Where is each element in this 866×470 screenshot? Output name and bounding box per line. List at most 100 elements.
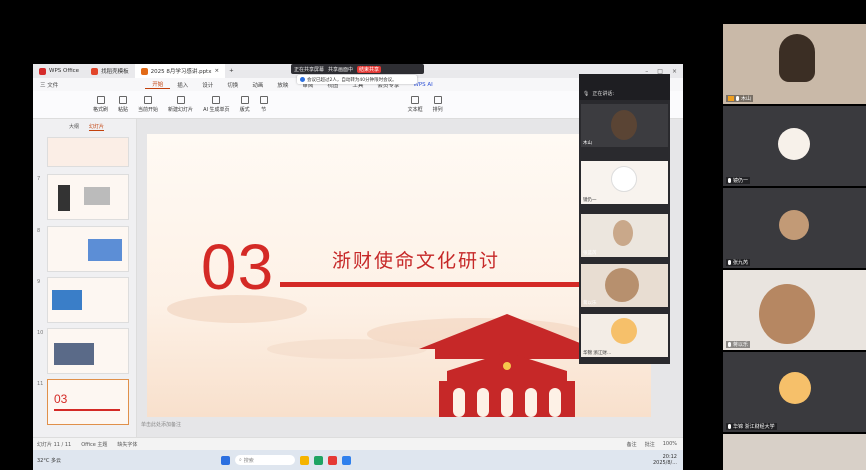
menu-insert[interactable]: 插入 [170,81,195,89]
participant-tile[interactable]: 镜仍一 [723,106,866,186]
new-slide-icon [176,96,185,104]
play-from-current-button[interactable]: 当前开始 [138,96,158,113]
tab-template[interactable]: 找稻壳模板 [85,64,135,78]
tab-pptx[interactable]: 2025 8月学习感讲.pptx × [134,64,226,78]
participant-name: 华锦 浙江财经大学 [733,424,775,430]
avatar [611,318,637,344]
floating-participant-panel: 🎙 正在讲话: 木山 镜仍一 张蓝芮 蒋以乐 华锦 浙江财… [579,74,670,364]
mic-icon [728,260,731,265]
template-icon [91,67,99,75]
wps-logo-icon [39,67,46,75]
notes-placeholder[interactable]: 单击此处添加备注 [141,421,181,428]
mini-tile[interactable]: 张蓝芮 [581,214,668,257]
format-painter-button[interactable]: 格式刷 [93,96,108,113]
ribbon-label: 粘贴 [118,107,129,113]
thumbnail-number: 9 [37,279,41,285]
ribbon-label: 格式刷 [93,107,109,113]
participant-tile[interactable] [723,434,866,470]
mini-tile[interactable]: 镜仍一 [581,161,668,204]
new-tab-icon[interactable]: + [225,68,238,74]
close-window-icon[interactable]: × [672,68,677,75]
mini-tile[interactable]: 蒋以乐 [581,264,668,307]
play-icon [144,96,153,104]
participant-video [611,110,637,140]
new-slide-button[interactable]: 新建幻灯片 [168,96,193,113]
file-explorer-icon[interactable] [299,455,309,465]
ribbon-label: 当前开始 [138,107,159,113]
mini-tile-name: 镜仍一 [583,198,597,203]
participant-tile[interactable]: 张九芮 [723,188,866,268]
layout-icon [240,96,249,104]
sharing-status: 正在共享屏幕 [294,66,325,73]
slide-thumbnail-current[interactable]: 03 [47,379,129,425]
paste-button[interactable]: 粘贴 [118,96,128,113]
textbox-button[interactable]: 文本框 [408,96,423,113]
slide-thumbnail[interactable] [47,137,129,167]
menu-design[interactable]: 设计 [195,81,220,89]
theme-name[interactable]: Office 主题 [81,441,107,448]
participant-gallery: 木山 镜仍一 张九芮 蒋以乐 华锦 浙江财经大学 [723,24,866,470]
status-right: 备注 批注 100% [627,441,683,448]
speaking-label: 正在讲话: [592,91,615,97]
slide-thumbnail-panel: 大纲 幻灯片 7 8 9 10 11 03 [33,119,137,437]
avatar [611,166,637,192]
pptx-icon [140,67,148,75]
close-icon[interactable]: × [214,68,219,74]
participant-name: 木山 [741,96,752,102]
avatar [779,210,809,240]
avatar [779,372,811,404]
zoom-level[interactable]: 100% [663,441,677,448]
menu-animation[interactable]: 动画 [245,81,270,89]
participant-tile[interactable]: 华锦 浙江财经大学 [723,352,866,432]
wps-taskbar-icon[interactable] [327,455,337,465]
tab-label: 找稻壳模板 [101,69,129,75]
slide-thumbnail[interactable] [47,277,129,323]
windows-start-icon[interactable] [220,455,230,465]
mini-tile-name: 张蓝芮 [583,251,597,256]
participant-tile[interactable]: 蒋以乐 [723,270,866,350]
tab-label: 2025 8月学习感讲.pptx [150,69,212,75]
section-button[interactable]: 节 [259,96,268,113]
menu-file[interactable]: 三 文件 [33,81,65,89]
participant-label: 镜仍一 [726,177,751,184]
sharing-status-2: 共享画面中 [328,66,354,73]
comments-toggle[interactable]: 批注 [645,441,655,448]
mic-icon [728,342,731,347]
mini-tile-name: 木山 [583,141,592,146]
current-slide[interactable]: 03 浙财使命文化研讨 [147,134,651,417]
participant-name: 张九芮 [733,260,749,266]
windows-taskbar: 32°C 多云 ⌕ 搜索 20:12 2025/8/... [33,450,683,470]
slide-thumbnail[interactable] [47,174,129,220]
host-badge-icon [728,96,734,101]
mini-tile[interactable]: 华锦 浙江财… [581,314,668,357]
thumbnail-number: 11 [37,381,44,387]
missing-font[interactable]: 缺失字体 [117,441,137,448]
mini-tile[interactable]: 木山 [581,104,668,147]
section-number: 03 [201,231,275,303]
tab-outline[interactable]: 大纲 [69,123,79,131]
brush-icon [96,96,105,104]
notes-toggle[interactable]: 备注 [627,441,637,448]
stop-sharing-button[interactable]: 结束共享 [357,65,382,73]
participant-tile[interactable]: 木山 [723,24,866,104]
menu-slideshow[interactable]: 放映 [270,81,295,89]
tab-slides[interactable]: 幻灯片 [89,123,105,131]
meeting-toast: 会议已超过2人，自动转为40分钟限时会议。 [297,75,417,84]
menu-transition[interactable]: 切换 [220,81,245,89]
ribbon-label: 新建幻灯片 [168,107,194,113]
taskbar-search[interactable]: ⌕ 搜索 [234,455,295,465]
weather-widget[interactable]: 32°C 多云 [37,457,61,464]
arrange-button[interactable]: 排列 [433,96,443,113]
slide-thumbnail[interactable] [47,226,129,272]
meeting-taskbar-icon[interactable] [341,455,351,465]
share-control-bar: 正在共享屏幕 共享画面中 结束共享 [291,64,424,74]
menu-home[interactable]: 开始 [145,80,171,89]
ribbon-label: 节 [261,107,267,113]
ai-slide-button[interactable]: AI 生成单页 [203,96,230,113]
tab-wps-office[interactable]: WPS Office [33,64,85,78]
slide-thumbnail[interactable] [47,328,129,374]
participant-video [613,220,633,246]
wechat-icon[interactable] [313,455,323,465]
ribbon-label: 版式 [239,107,250,113]
layout-button[interactable]: 版式 [240,96,250,113]
